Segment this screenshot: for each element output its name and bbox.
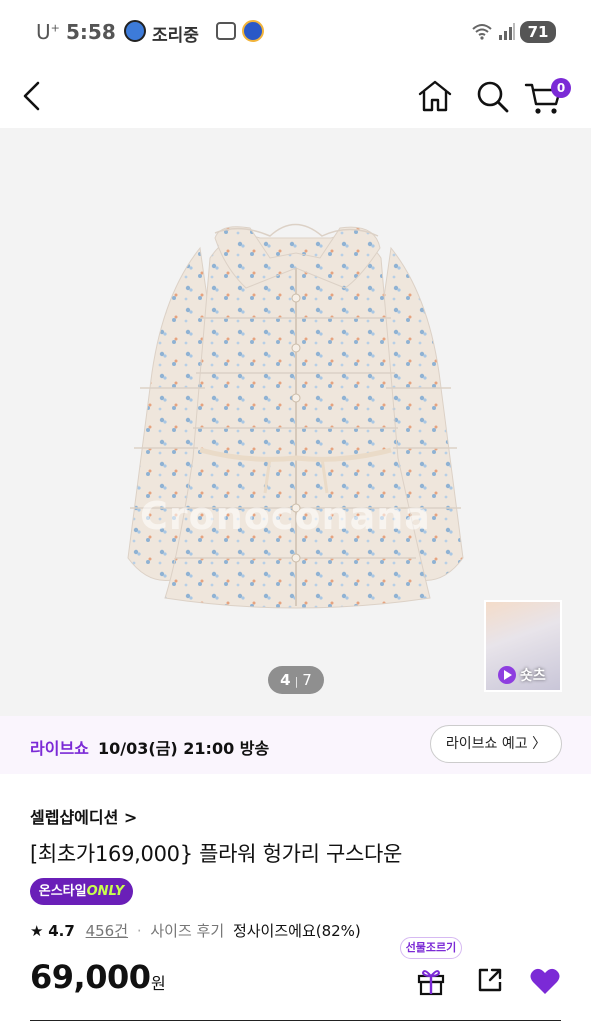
size-review-label: 사이즈 후기 [150,922,225,940]
status-bar: U+ 5:58 조리중 71 [0,0,591,64]
notification-app-icon [242,20,264,42]
signal-icon [499,23,515,40]
gift-icon[interactable] [416,966,446,996]
live-show-banner: 라이브쇼 10/03(금) 21:00 방송 라이브쇼 예고 〉 [0,716,591,774]
price-unit: 원 [151,974,166,993]
onstyle-only-badge: 온스타일ONLY [30,878,133,905]
wifi-icon [472,24,492,40]
cooking-status: 조리중 [152,26,199,46]
rating-score: 4.7 [48,922,75,940]
heart-icon[interactable] [529,966,561,996]
image-counter: 4 | 7 [268,666,324,694]
screen-capture-icon [216,22,236,40]
search-icon[interactable] [475,79,511,115]
product-price: 69,000 [30,958,151,996]
divider [30,1020,561,1021]
rating-row: ★ 4.7 456건 · 사이즈 후기 정사이즈에요(82%) [30,920,361,941]
gift-request-tooltip: 선물조르기 [400,937,462,959]
cart-count-badge: 0 [551,78,571,98]
top-nav: 0 [0,64,591,128]
brand-link[interactable]: 셀렙샵에디션 > [30,804,137,828]
image-counter-separator: | [294,675,299,688]
product-title: [최초가169,000} 플라워 헝가리 구스다운 [30,842,403,866]
badge-prefix: 온스타일 [38,884,87,899]
star-icon: ★ [30,922,44,940]
image-current-index: 4 [280,671,291,689]
chevron-left-icon[interactable] [20,80,44,112]
live-show-label: 라이브쇼 [30,739,89,758]
shorts-label: 숏츠 [520,668,546,684]
status-time: 5:58 [66,20,116,44]
carrier-label: U+ [36,20,60,44]
image-total-count: 7 [302,671,312,689]
shorts-video-thumbnail[interactable]: 숏츠 [484,600,562,692]
play-icon [498,666,516,684]
product-image-gallery[interactable]: Cronoconana 4 | 7 숏츠 [0,128,591,716]
home-icon[interactable] [417,79,453,113]
cooking-app-icon [124,20,146,42]
size-review-value: 정사이즈에요(82%) [232,922,361,940]
review-count-link[interactable]: 456건 [86,922,128,940]
separator-dot: · [136,922,142,940]
badge-suffix: ONLY [86,884,125,899]
image-watermark: Cronoconana [140,494,431,538]
live-show-preview-button[interactable]: 라이브쇼 예고 〉 [430,725,562,763]
live-show-datetime: 10/03(금) 21:00 방송 [98,739,270,758]
share-icon[interactable] [476,966,504,994]
battery-indicator: 71 [520,21,556,43]
